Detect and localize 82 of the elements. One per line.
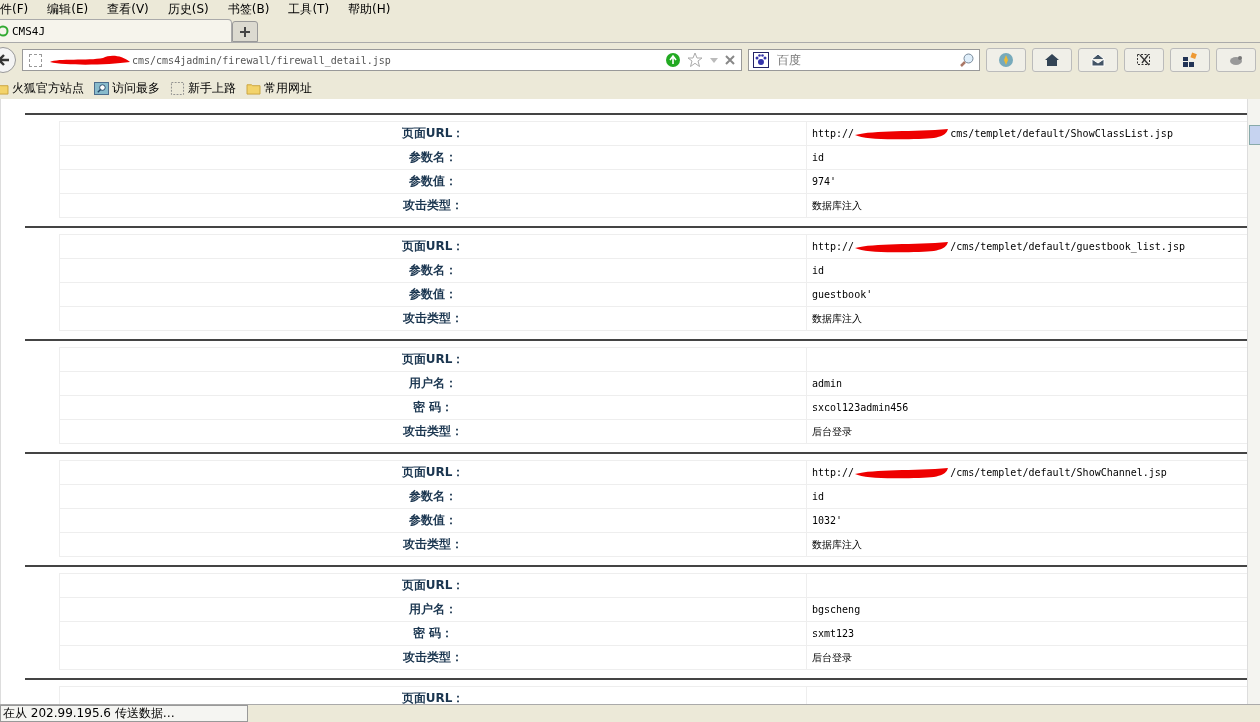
search-placeholder: 百度 [777, 51, 801, 69]
search-icon[interactable] [959, 52, 975, 68]
grid-icon [1182, 52, 1198, 68]
menu-item[interactable]: 书签(B) [227, 0, 270, 18]
status-text: 在从 202.99.195.6 传送数据… [0, 705, 248, 722]
screenshot-button[interactable] [1124, 48, 1164, 72]
field-value: guestbook' [812, 289, 873, 300]
field-value: id [812, 265, 825, 276]
ring-icon [0, 25, 9, 37]
menu-item[interactable]: 编辑(E) [47, 0, 89, 18]
field-value: id [812, 152, 825, 163]
field-value: cms/templet/default/ShowClassList.jsp [950, 128, 1173, 139]
page-icon [29, 53, 42, 67]
field-label: 页面URL： [59, 460, 807, 485]
menu-item[interactable]: 件(F) [0, 0, 29, 18]
url-prefix: http:// [812, 128, 855, 139]
field-value: 后台登录 [812, 424, 852, 439]
field-value: 974' [812, 176, 837, 187]
search-icon [94, 81, 109, 95]
home-button[interactable] [1032, 48, 1072, 72]
field-value: /cms/templet/default/ShowChannel.jsp [950, 467, 1167, 478]
menu-item[interactable]: 工具(T) [288, 0, 330, 18]
apps-button[interactable] [1170, 48, 1210, 72]
addon-button[interactable] [986, 48, 1026, 72]
extension-button[interactable] [1216, 48, 1256, 72]
field-label: 页面URL： [59, 121, 807, 146]
url-prefix: http:// [812, 467, 855, 478]
field-label: 用户名： [59, 371, 807, 396]
field-label: 用户名： [59, 597, 807, 622]
field-value: id [812, 491, 825, 502]
star-icon[interactable] [687, 52, 703, 68]
home-icon [1044, 52, 1060, 68]
field-value: sxcol123admin456 [812, 402, 909, 413]
paw-icon [753, 52, 769, 68]
field-value: bgscheng [812, 604, 861, 615]
dropdown-icon[interactable] [709, 55, 719, 65]
url-prefix: http:// [812, 241, 855, 252]
field-label: 参数值： [59, 169, 807, 194]
field-label: 密 码： [59, 395, 807, 420]
field-value: 1032' [812, 515, 843, 526]
field-value: 数据库注入 [812, 198, 862, 213]
field-label: 页面URL： [59, 573, 807, 598]
field-label: 攻击类型： [59, 419, 807, 444]
folder-icon [246, 81, 261, 95]
browser-tab[interactable]: CMS4J [0, 19, 232, 42]
field-value: 数据库注入 [812, 311, 862, 326]
bookmark-item[interactable]: 常用网址 [246, 79, 312, 97]
menu-item[interactable]: 历史(S) [167, 0, 209, 18]
go-icon[interactable] [665, 52, 681, 68]
field-label: 参数值： [59, 508, 807, 533]
page-icon [170, 81, 185, 95]
field-value: admin [812, 378, 843, 389]
envelope-icon [1090, 52, 1106, 68]
field-label: 攻击类型： [59, 193, 807, 218]
field-value: 数据库注入 [812, 537, 862, 552]
search-field[interactable]: 百度 [748, 49, 980, 71]
plus-icon [239, 25, 251, 38]
bookmark-item[interactable]: 新手上路 [170, 79, 236, 97]
field-label: 参数名： [59, 145, 807, 170]
badge-icon [998, 52, 1014, 68]
bookmark-item[interactable]: 火狐官方站点 [0, 79, 84, 97]
field-value: 后台登录 [812, 650, 852, 665]
menu-item[interactable]: 查看(V) [107, 0, 149, 18]
field-label: 页面URL： [59, 234, 807, 259]
field-label: 页面URL： [59, 347, 807, 372]
mail-button[interactable] [1078, 48, 1118, 72]
new-tab-button[interactable] [232, 21, 258, 42]
field-value: /cms/templet/default/guestbook_list.jsp [950, 241, 1185, 252]
field-label: 攻击类型： [59, 532, 807, 557]
close-icon[interactable] [725, 55, 735, 65]
bookmark-item[interactable]: 访问最多 [94, 79, 160, 97]
field-value: sxmt123 [812, 628, 855, 639]
field-label: 密 码： [59, 621, 807, 646]
field-label: 参数值： [59, 282, 807, 307]
field-label: 参数名： [59, 258, 807, 283]
address-field[interactable]: cms/cms4jadmin/firewall/firewall_detail.jsp [22, 49, 742, 71]
left-arrow-icon [0, 53, 11, 67]
field-label: 参数名： [59, 484, 807, 509]
field-label: 攻击类型： [59, 645, 807, 670]
scrollbar[interactable] [1247, 99, 1260, 704]
menu-item[interactable]: 帮助(H) [348, 0, 391, 18]
field-label: 攻击类型： [59, 306, 807, 331]
